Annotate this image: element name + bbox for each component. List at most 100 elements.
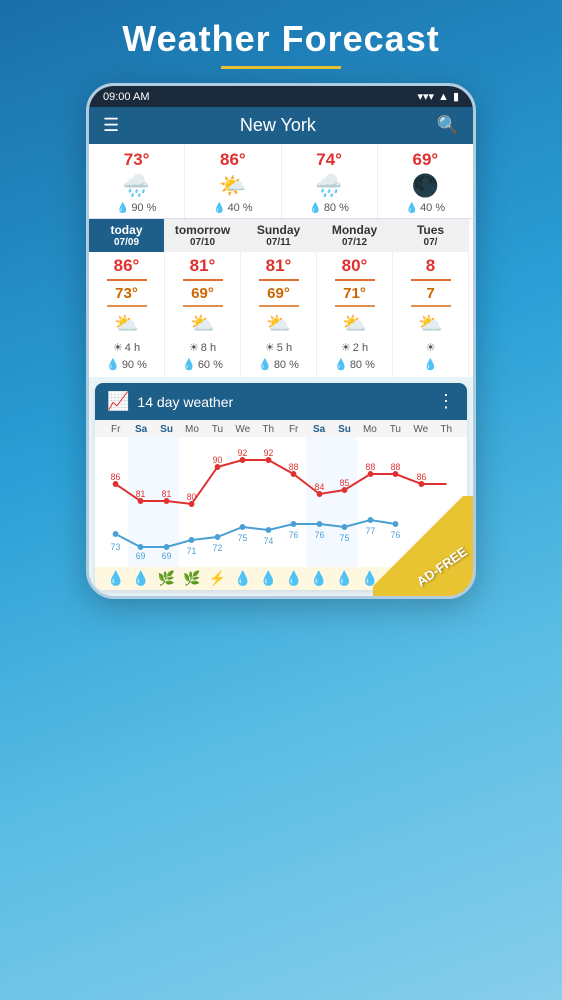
chart-day-12: We (408, 424, 433, 435)
status-time: 09:00 AM (103, 91, 149, 103)
daily-lo-tomorrow: 69° (191, 285, 214, 302)
chart-day-7: Fr (281, 424, 306, 435)
svg-text:84: 84 (315, 482, 325, 492)
hourly-cell-1: 86° 🌤️ 💧40 % (185, 144, 281, 218)
svg-text:92: 92 (264, 448, 274, 458)
chart-day-2: Su (154, 424, 179, 435)
chart-day-3: Mo (179, 424, 204, 435)
daily-col-sunday: Sunday 07/11 81° 69° ⛅ ☀5 h 💧80 % (241, 219, 317, 377)
daily-precip-today: 💧90 % (106, 358, 147, 371)
status-bar: 09:00 AM ▾▾▾ ▲ ▮ (89, 86, 473, 107)
daily-lo-today: 73° (115, 285, 138, 302)
chart-day-1: Sa (128, 424, 153, 435)
chart-icon-3: 🌿 (179, 570, 204, 587)
svg-text:86: 86 (417, 472, 427, 482)
hourly-strip: 73° 🌧️ 💧90 % 86° 🌤️ 💧40 % 74° 🌧️ 💧80 % 6… (89, 144, 473, 219)
svg-text:86: 86 (111, 472, 121, 482)
svg-text:75: 75 (340, 533, 350, 543)
daily-col-tomorrow: tomorrow 07/10 81° 69° ⛅ ☀8 h 💧60 % (165, 219, 241, 377)
chart-line-icon: 📈 (107, 391, 129, 412)
chart-day-6: Th (256, 424, 281, 435)
chart-icon-0: 💧 (103, 570, 128, 587)
svg-text:71: 71 (187, 546, 197, 556)
daily-precip-tuesday: 💧 (424, 358, 438, 371)
svg-text:69: 69 (136, 551, 146, 561)
card-header: 📈 14 day weather ⋮ (95, 383, 467, 420)
chart-icon-2: 🌿 (154, 570, 179, 587)
daily-col-today: today 07/09 86° 73° ⛅ ☀4 h 💧90 % (89, 219, 165, 377)
chart-day-10: Mo (357, 424, 382, 435)
day-label-tuesday: Tues 07/ (393, 219, 468, 252)
hourly-precip-3: 💧40 % (406, 202, 446, 214)
day-label-today: today 07/09 (89, 219, 164, 252)
svg-text:73: 73 (111, 542, 121, 552)
svg-text:81: 81 (136, 489, 146, 499)
daily-col-monday: Monday 07/12 80° 71° ⛅ ☀2 h 💧80 % (317, 219, 393, 377)
chart-day-5: We (230, 424, 255, 435)
daily-lo-tuesday: 7 (426, 285, 434, 302)
daily-lo-monday: 71° (343, 285, 366, 302)
wifi-icon: ▲ (438, 91, 449, 103)
hourly-temp-3: 69° (413, 150, 439, 170)
svg-text:80: 80 (187, 492, 197, 502)
daily-sun-tomorrow: ☀8 h (189, 341, 216, 354)
svg-text:81: 81 (162, 489, 172, 499)
chart-day-0: Fr (103, 424, 128, 435)
daily-col-tuesday: Tues 07/ 8 7 ⛅ ☀ 💧 (393, 219, 469, 377)
chart-day-13: Th (433, 424, 458, 435)
hourly-cell-3: 69° 🌑 💧40 % (378, 144, 473, 218)
daily-icon-monday: ⛅ (342, 311, 367, 336)
title-underline (221, 66, 341, 69)
daily-hi-sunday: 81° (266, 256, 292, 276)
status-icons: ▾▾▾ ▲ ▮ (417, 90, 459, 103)
daily-precip-monday: 💧80 % (334, 358, 375, 371)
svg-text:88: 88 (289, 462, 299, 472)
hourly-icon-2: 🌧️ (315, 173, 342, 199)
day-label-sunday: Sunday 07/11 (241, 219, 316, 252)
more-options-button[interactable]: ⋮ (437, 391, 455, 412)
svg-text:76: 76 (289, 530, 299, 540)
menu-button[interactable]: ☰ (103, 115, 119, 136)
daily-sun-monday: ☀2 h (341, 341, 368, 354)
chart-icon-1: 💧 (128, 570, 153, 587)
hourly-precip-0: 💧90 % (117, 202, 157, 214)
svg-text:69: 69 (162, 551, 172, 561)
daily-hi-tuesday: 8 (426, 256, 435, 276)
card-title: 14 day weather (137, 394, 429, 410)
svg-text:85: 85 (340, 478, 350, 488)
daily-icon-tuesday: ⛅ (418, 311, 443, 336)
daily-hi-tomorrow: 81° (190, 256, 216, 276)
day-label-monday: Monday 07/12 (317, 219, 392, 252)
ad-free-badge: AD-FREE (373, 496, 473, 596)
svg-text:92: 92 (238, 448, 248, 458)
chart-icon-9: 💧 (332, 570, 357, 587)
hourly-cell-0: 73° 🌧️ 💧90 % (89, 144, 185, 218)
search-button[interactable]: 🔍 (437, 115, 459, 136)
chart-day-11: Tu (383, 424, 408, 435)
daily-icon-today: ⛅ (114, 311, 139, 336)
daily-precip-tomorrow: 💧60 % (182, 358, 223, 371)
daily-precip-sunday: 💧80 % (258, 358, 299, 371)
svg-text:74: 74 (264, 536, 274, 546)
signal-icon: ▾▾▾ (417, 90, 434, 103)
daily-icon-sunday: ⛅ (266, 311, 291, 336)
hourly-precip-2: 💧80 % (309, 202, 349, 214)
city-name: New York (129, 115, 426, 136)
hourly-cell-2: 74° 🌧️ 💧80 % (282, 144, 378, 218)
chart-day-8: Sa (306, 424, 331, 435)
hourly-temp-0: 73° (124, 150, 150, 170)
hourly-temp-1: 86° (220, 150, 246, 170)
daily-header-row: today 07/09 86° 73° ⛅ ☀4 h 💧90 % tomorro… (89, 219, 473, 377)
daily-section: today 07/09 86° 73° ⛅ ☀4 h 💧90 % tomorro… (89, 219, 473, 377)
hourly-icon-3: 🌑 (412, 173, 439, 199)
daily-sun-today: ☀4 h (113, 341, 140, 354)
hourly-temp-2: 74° (316, 150, 342, 170)
chart-icon-8: 💧 (306, 570, 331, 587)
daily-hi-today: 86° (114, 256, 140, 276)
page-title: Weather Forecast (122, 18, 439, 60)
chart-icon-6: 💧 (256, 570, 281, 587)
svg-text:90: 90 (213, 455, 223, 465)
top-nav: ☰ New York 🔍 (89, 107, 473, 144)
phone-frame: 09:00 AM ▾▾▾ ▲ ▮ ☰ New York 🔍 73° 🌧️ 💧90… (86, 83, 476, 599)
day-label-tomorrow: tomorrow 07/10 (165, 219, 240, 252)
